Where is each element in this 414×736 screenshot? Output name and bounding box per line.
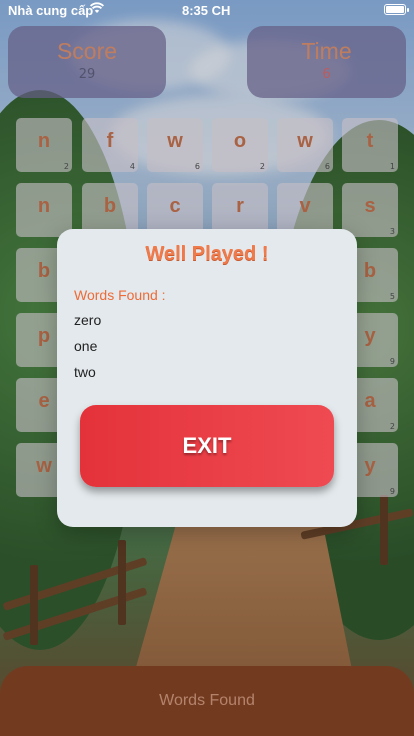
- dialog-title: Well Played !: [145, 243, 269, 265]
- found-word: two: [74, 364, 96, 380]
- words-found-label: Words Found :: [74, 287, 166, 303]
- status-time: 8:35 CH: [182, 3, 231, 18]
- wifi-icon: [90, 2, 104, 13]
- found-word: one: [74, 338, 98, 354]
- found-word: zero: [74, 312, 102, 328]
- result-dialog: Well Played ! Words Found : zero one two…: [57, 229, 357, 527]
- carrier-name: Nhà cung cấp: [8, 3, 94, 18]
- battery-icon: [384, 4, 409, 15]
- exit-button-label: EXIT: [182, 433, 232, 458]
- status-bar: Nhà cung cấp 8:35 CH: [0, 0, 414, 20]
- found-words-list: zero one two: [74, 311, 101, 389]
- exit-button[interactable]: EXIT: [80, 405, 334, 487]
